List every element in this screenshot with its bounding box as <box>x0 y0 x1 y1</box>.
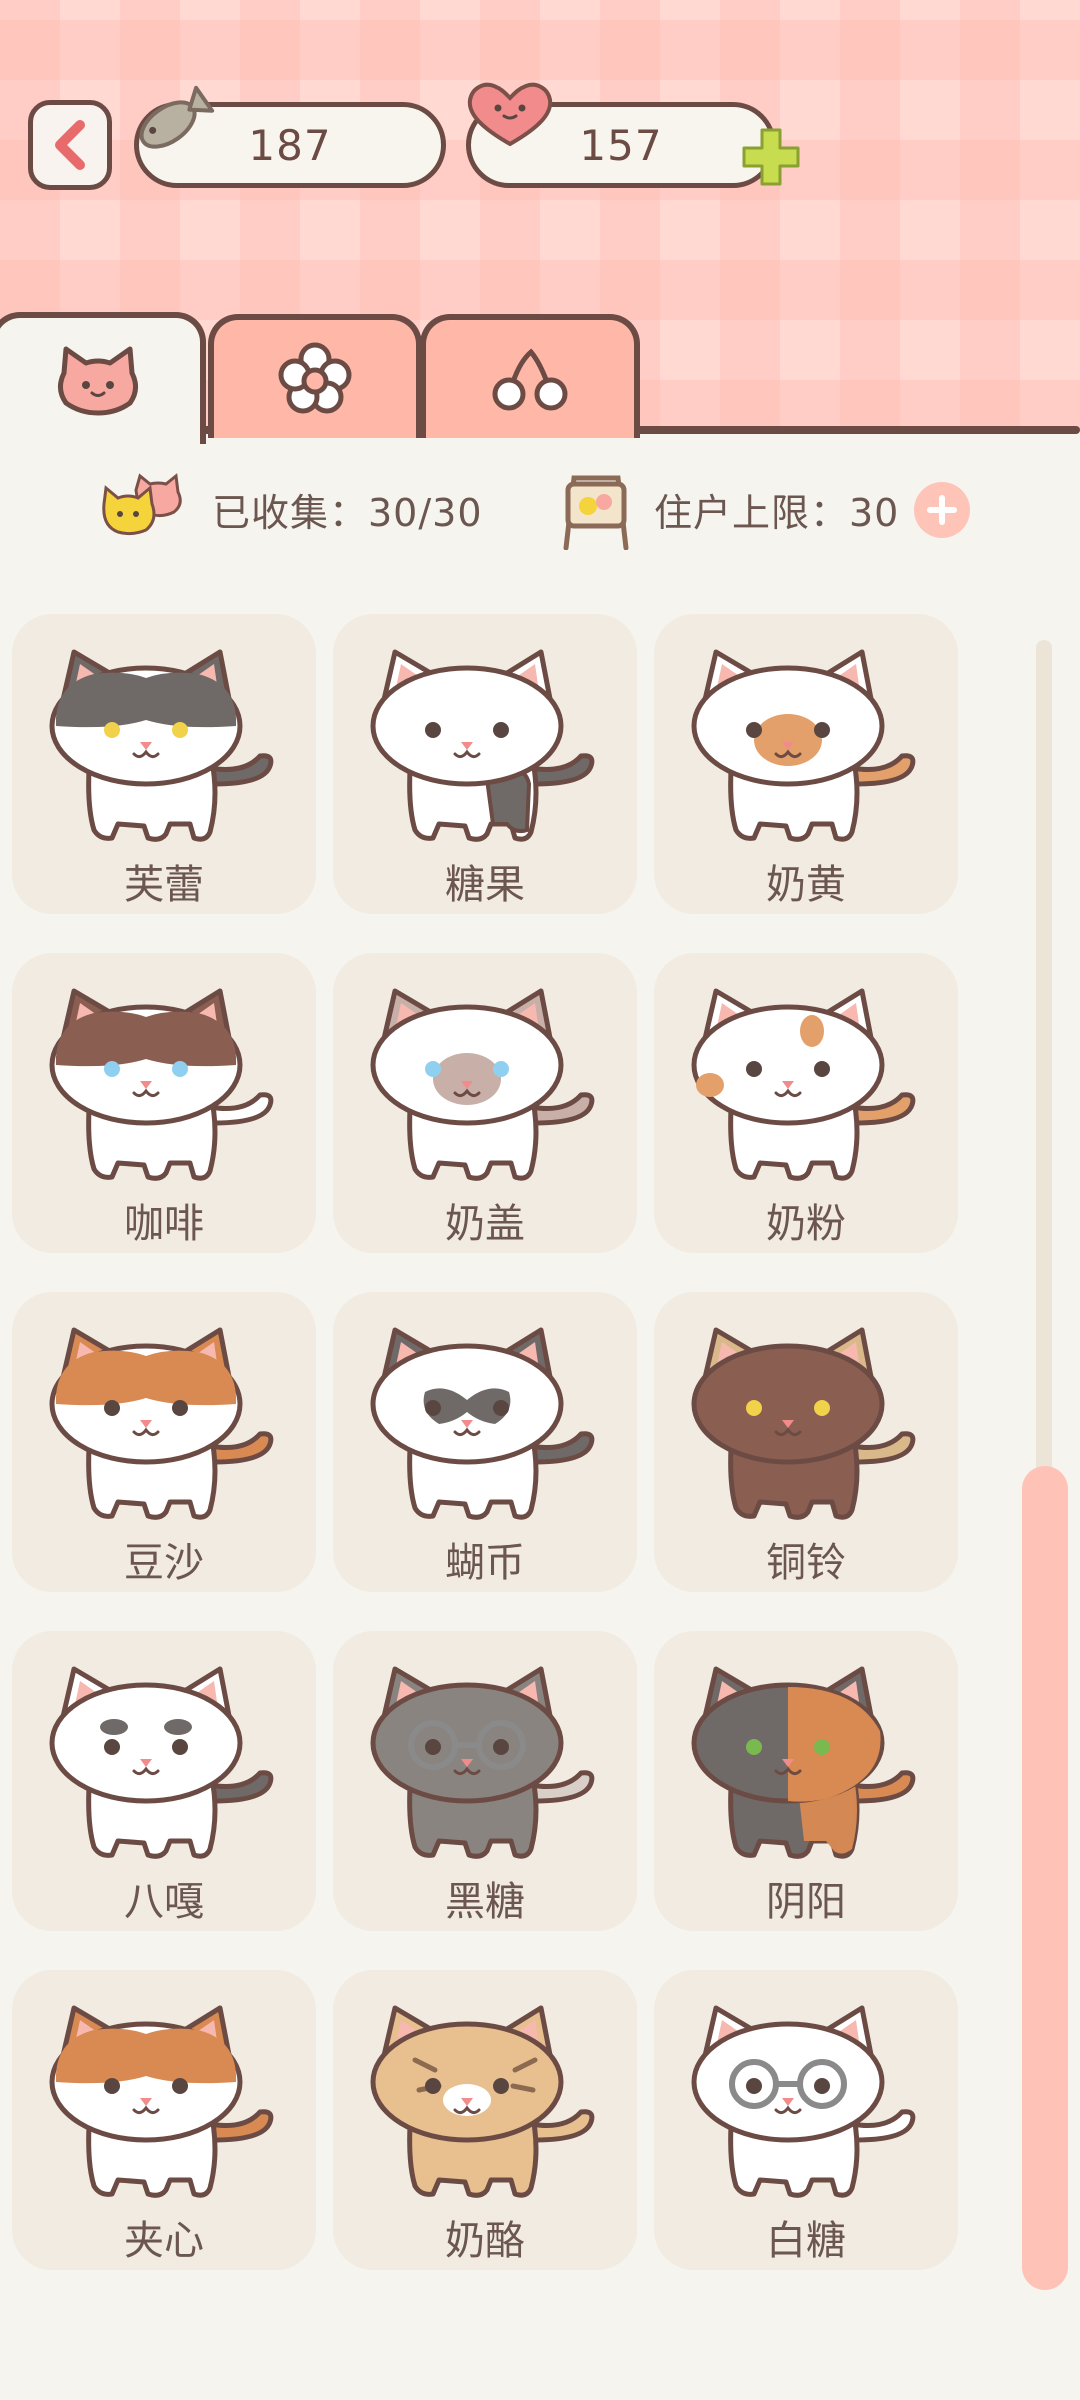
fish-count: 187 <box>248 120 332 170</box>
cat-illustration <box>691 649 916 842</box>
cat-card[interactable]: 八嘎 <box>12 1631 316 1931</box>
cat-card[interactable]: 芙蕾 <box>12 614 316 914</box>
cat-name: 奶粉 <box>766 1201 846 1247</box>
cat-illustration <box>691 1327 916 1520</box>
cat-illustration <box>691 2005 916 2198</box>
tab-cats[interactable] <box>0 312 206 444</box>
chevron-left-icon <box>55 120 85 170</box>
cherry-icon <box>492 348 568 411</box>
cat-face-icon <box>58 346 138 416</box>
heart-icon <box>467 82 553 147</box>
cat-illustration <box>49 988 274 1181</box>
flower-icon <box>278 342 352 414</box>
cat-name: 蝴币 <box>445 1540 525 1586</box>
cat-card[interactable]: 咖啡 <box>12 953 316 1253</box>
cat-name: 芙蕾 <box>124 862 204 908</box>
cat-card[interactable]: 蝴币 <box>333 1292 637 1592</box>
cat-name: 黑糖 <box>445 1879 525 1925</box>
cat-card[interactable]: 奶酪 <box>333 1970 637 2270</box>
cat-card[interactable]: 黑糖 <box>333 1631 637 1931</box>
cat-name: 咖啡 <box>124 1201 204 1247</box>
add-currency-button[interactable] <box>738 124 804 190</box>
cat-illustration <box>49 1327 274 1520</box>
cat-card[interactable]: 豆沙 <box>12 1292 316 1592</box>
cat-name: 八嘎 <box>124 1879 204 1925</box>
cat-illustration <box>370 2005 595 2198</box>
cat-card[interactable]: 白糖 <box>654 1970 958 2270</box>
cat-name: 奶盖 <box>445 1201 525 1247</box>
cat-name: 糖果 <box>445 862 525 908</box>
residence-sign-icon <box>563 475 629 550</box>
scrollbar-thumb[interactable] <box>1022 1466 1068 2290</box>
cat-name: 铜铃 <box>766 1540 846 1586</box>
cat-card[interactable]: 奶粉 <box>654 953 958 1253</box>
cat-card[interactable]: 奶盖 <box>333 953 637 1253</box>
cat-card[interactable]: 奶黄 <box>654 614 958 914</box>
cat-illustration <box>49 2005 274 2198</box>
cat-illustration <box>691 988 916 1181</box>
cat-name: 豆沙 <box>124 1540 204 1586</box>
cat-name: 白糖 <box>766 2218 846 2264</box>
tab-flowers[interactable] <box>208 314 422 438</box>
cat-illustration <box>370 1327 595 1520</box>
cat-name: 夹心 <box>124 2218 204 2264</box>
collected-cats-icon <box>102 473 182 536</box>
cat-illustration <box>49 649 274 842</box>
cat-name: 奶酪 <box>445 2218 525 2264</box>
cat-illustration <box>370 649 595 842</box>
cat-illustration <box>691 1666 916 1859</box>
collected-count: 已收集：30/30 <box>212 491 483 535</box>
fish-icon <box>139 85 215 149</box>
cat-name: 阴阳 <box>766 1879 846 1925</box>
cat-illustration <box>370 1666 595 1859</box>
increase-limit-button[interactable] <box>914 482 970 538</box>
plus-icon <box>927 495 957 525</box>
cat-illustration <box>49 1666 274 1859</box>
back-button[interactable] <box>28 100 112 190</box>
cat-card[interactable]: 夹心 <box>12 1970 316 2270</box>
cat-name: 奶黄 <box>766 862 846 908</box>
cat-card[interactable]: 铜铃 <box>654 1292 958 1592</box>
resident-limit: 住户上限：30 <box>654 491 900 535</box>
heart-count: 157 <box>579 120 663 170</box>
tab-cherries[interactable] <box>420 314 640 438</box>
cat-card[interactable]: 阴阳 <box>654 1631 958 1931</box>
cat-card[interactable]: 糖果 <box>333 614 637 914</box>
collection-stats: 已收集：30/30 住户上限：30 <box>0 470 1080 550</box>
cat-illustration <box>370 988 595 1181</box>
